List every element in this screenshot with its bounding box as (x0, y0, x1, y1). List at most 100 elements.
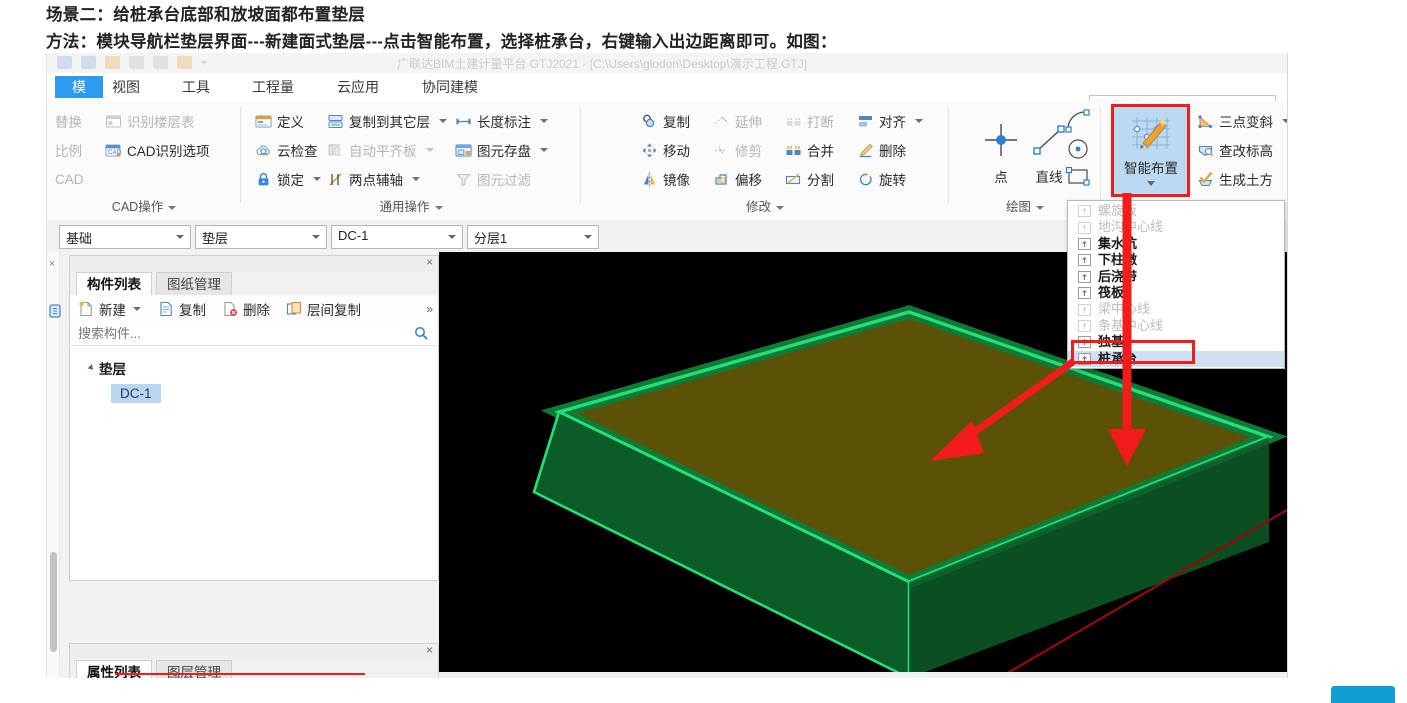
redo-icon[interactable] (129, 56, 144, 69)
menu-item-icon (1078, 205, 1091, 218)
close-icon[interactable]: × (426, 255, 433, 269)
tab-property-list[interactable]: 属性列表 (76, 660, 152, 678)
tree-item-dc-1[interactable]: DC-1 (111, 384, 161, 403)
ribbon-item-rotate[interactable]: 旋转 (857, 167, 906, 191)
new-component-button[interactable]: 新建 (78, 299, 141, 319)
copy-component-button[interactable]: 复制 (158, 299, 206, 319)
ribbon-item-element-save[interactable]: 图元存盘 (455, 138, 548, 162)
inter-floor-copy-button[interactable]: 层间复制 (286, 299, 361, 319)
grid-icon[interactable] (177, 56, 192, 69)
chevron-down-icon[interactable] (434, 205, 443, 210)
search-input[interactable] (76, 325, 410, 342)
menu-item-quantity[interactable]: 工程量 (245, 76, 301, 98)
ribbon-item-lock[interactable]: 锁定 (255, 167, 321, 191)
ribbon-group-general: 定义 复制到其它层 长度标注 云检查 自动平齐板 图元存盘 锁定 两点辅轴 图元… (241, 101, 581, 220)
combo-layer[interactable]: 分层1 (467, 225, 599, 249)
rail-scrollbar[interactable] (50, 552, 57, 652)
combo-component-name[interactable]: DC-1 (331, 225, 463, 249)
menu-item-label: 后浇带 (1098, 268, 1138, 284)
menu-item-collab-modeling[interactable]: 协同建模 (415, 76, 485, 98)
define-icon (255, 113, 272, 130)
menu-item-label: 梁中心线 (1098, 301, 1151, 317)
menu-item-label: 筏板 (1098, 284, 1125, 300)
menu-item-4[interactable]: 下柱墩 (1068, 252, 1284, 268)
floating-action-chip[interactable] (1331, 686, 1395, 703)
ribbon-item-copy-to-other-floor[interactable]: 复制到其它层 (327, 109, 447, 133)
tab-component-list[interactable]: 构件列表 (76, 272, 152, 297)
chevron-down-icon[interactable] (1147, 181, 1155, 186)
ribbon-item-element-filter: 图元过滤 (455, 167, 531, 191)
ribbon-item-merge[interactable]: 合并 (785, 138, 834, 162)
menu-item-9[interactable]: 独基 (1068, 334, 1284, 350)
module-nav-rail[interactable]: × (47, 252, 62, 678)
save-icon[interactable] (57, 56, 72, 69)
module-nav-icon[interactable] (48, 302, 62, 320)
tree-group-cushion[interactable]: 垫层 (87, 358, 126, 378)
chevron-down-icon[interactable] (448, 235, 456, 239)
combo-component-type[interactable]: 垫层 (195, 225, 327, 249)
ribbon-item-break: 打断 (785, 109, 834, 133)
two-point-axis-icon (327, 171, 344, 188)
length-dimension-icon (455, 113, 472, 130)
ribbon-item-mirror[interactable]: 镜像 (641, 167, 690, 191)
ribbon-item-extend: 延伸 (713, 109, 762, 133)
search-icon[interactable] (414, 326, 428, 343)
menu-item-6[interactable]: 筏板 (1068, 285, 1284, 301)
tab-layer-management[interactable]: 图层管理 (156, 660, 232, 678)
rail-close-icon[interactable]: × (49, 258, 55, 270)
ribbon-item-align[interactable]: 对齐 (857, 109, 923, 133)
undo-icon[interactable] (105, 56, 120, 69)
ribbon-item-three-point-slope[interactable]: 三点变斜 (1197, 109, 1287, 133)
ribbon-item-cloud-check[interactable]: 云检查 (255, 138, 318, 162)
menu-item-icon (1078, 303, 1091, 316)
menu-item-10[interactable]: 桩承台 (1068, 350, 1284, 367)
combo-discipline[interactable]: 基础 (59, 225, 191, 249)
close-icon[interactable]: × (426, 643, 433, 657)
ribbon-item-define[interactable]: 定义 (255, 109, 304, 133)
chevron-down-icon[interactable] (776, 205, 784, 210)
ribbon-item-length-dimension[interactable]: 长度标注 (455, 109, 548, 133)
ribbon-item-split[interactable]: 分割 (785, 167, 834, 191)
ribbon-group-modify-label: 修改 (581, 196, 949, 215)
chevron-down-icon[interactable] (1036, 205, 1044, 210)
smart-layout-button[interactable]: 智能布置 (1113, 106, 1189, 196)
right-gutter (1287, 0, 1407, 678)
smart-layout-dropdown-menu[interactable]: 螺旋板 地沟中心线 集水坑 下柱墩 后浇带 筏板 梁中心线 条基中心线 独基 桩承台 (1067, 200, 1285, 369)
delete-component-button[interactable]: 删除 (222, 299, 270, 319)
ribbon-item-move[interactable]: 移动 (641, 138, 690, 162)
print-icon[interactable] (153, 56, 168, 69)
title-bar: 广联达BIM土建计量平台 GTJ2021 - [C:\Users\glodon\… (47, 53, 1287, 73)
menu-item-3[interactable]: 集水坑 (1068, 236, 1284, 252)
delete-icon (857, 142, 874, 159)
identify-floor-table-icon (105, 113, 122, 130)
expand-arrow-icon[interactable] (87, 364, 96, 372)
menu-item-5[interactable]: 后浇带 (1068, 269, 1284, 285)
ribbon-item-generate-earthwork[interactable]: 生成土方 (1197, 167, 1273, 191)
draw-arc-button[interactable] (1065, 109, 1091, 136)
chevron-down-icon[interactable] (201, 60, 207, 65)
draw-rect-button[interactable] (1065, 165, 1091, 192)
circle-icon (1065, 139, 1091, 164)
menu-item-view[interactable]: 视图 (105, 76, 147, 98)
article-header: 场景二：给桩承台底部和放坡面都布置垫层 方法：模块导航栏垫层界面---新建面式垫… (46, 4, 1286, 54)
chevron-down-icon[interactable] (584, 235, 592, 239)
app-screenshot: 广联达BIM土建计量平台 GTJ2021 - [C:\Users\glodon\… (46, 53, 1288, 678)
menu-item-tools[interactable]: 工具 (175, 76, 217, 98)
quick-access-toolbar[interactable] (57, 56, 207, 69)
menu-item-7: 梁中心线 (1068, 301, 1284, 317)
ribbon-item-offset[interactable]: 偏移 (713, 167, 762, 191)
save-as-icon[interactable] (81, 56, 96, 69)
menu-item-model[interactable]: 模 (55, 76, 103, 98)
ribbon-item-two-point-axis[interactable]: 两点辅轴 (327, 167, 420, 191)
toolbar-overflow-button[interactable]: » (426, 302, 433, 316)
tab-drawing-management[interactable]: 图纸管理 (156, 272, 232, 296)
chevron-down-icon[interactable] (176, 235, 184, 239)
ribbon-item-check-elevation[interactable]: 查改标高 (1197, 138, 1273, 162)
component-tree[interactable]: 垫层 DC-1 (71, 346, 437, 579)
ribbon-item-delete[interactable]: 删除 (857, 138, 906, 162)
chevron-down-icon[interactable] (168, 205, 177, 210)
chevron-down-icon[interactable] (312, 235, 320, 239)
draw-circle-button[interactable] (1065, 137, 1091, 164)
menu-item-cloud-apps[interactable]: 云应用 (330, 76, 386, 98)
ribbon-item-copy[interactable]: 复制 (641, 109, 690, 133)
